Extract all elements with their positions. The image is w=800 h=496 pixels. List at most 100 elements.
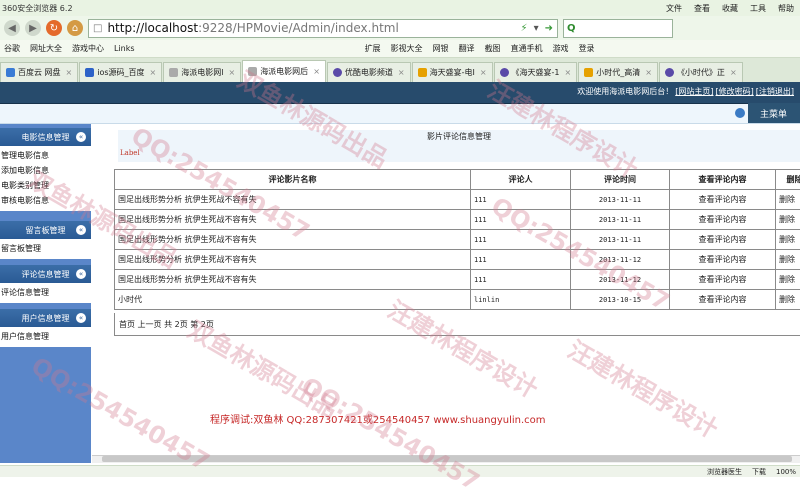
browser-tab[interactable]: 《小时代》正× <box>659 62 743 82</box>
browser-tab-active[interactable]: 海派电影网后× <box>242 60 326 82</box>
close-icon[interactable]: × <box>565 68 572 77</box>
delete-link[interactable]: 删除 <box>776 210 800 230</box>
menu-file[interactable]: 文件 <box>666 3 682 14</box>
address-bar[interactable]: □ http://localhost:9228/HPMovie/Admin/in… <box>88 19 558 38</box>
favorite-screenshot[interactable]: 截图 <box>485 43 501 54</box>
sidebar-section-comments: 评论信息管理« 评论信息管理 <box>0 265 91 303</box>
favorite-games[interactable]: 游戏中心 <box>72 43 104 54</box>
search-box[interactable]: Q <box>563 19 673 38</box>
cell-movie-name: 国足出线形势分析 抗伊生死战不容有失 <box>115 210 471 230</box>
favorite-google[interactable]: 谷歌 <box>4 43 20 54</box>
delete-link[interactable]: 删除 <box>776 270 800 290</box>
close-icon[interactable]: × <box>480 68 487 77</box>
section-header[interactable]: 用户信息管理« <box>0 309 91 327</box>
main-menu-button[interactable]: 主菜单 <box>748 103 800 123</box>
address-host: http://localhost <box>107 21 198 35</box>
section-header[interactable]: 留言板管理« <box>0 221 91 239</box>
view-comment-link[interactable]: 查看评论内容 <box>670 250 776 270</box>
table-row: 国足出线形势分析 抗伊生死战不容有失 111 2013-11-11 查看评论内容… <box>115 230 800 250</box>
menu-tools[interactable]: 工具 <box>750 3 766 14</box>
menu-help[interactable]: 帮助 <box>778 3 794 14</box>
close-icon[interactable]: × <box>398 68 405 77</box>
delete-link[interactable]: 删除 <box>776 290 800 310</box>
browser-tab[interactable]: 小时代_高清× <box>578 62 658 82</box>
table-row: 国足出线形势分析 抗伊生死战不容有失 111 2013-11-11 查看评论内容… <box>115 210 800 230</box>
section-header[interactable]: 电影信息管理« <box>0 128 91 146</box>
dropdown-icon[interactable]: ▾ <box>534 23 539 34</box>
comments-table: 评论影片名称 评论人 评论时间 查看评论内容 删除 国足出线形势分析 抗伊生死战… <box>114 169 800 310</box>
close-icon[interactable]: × <box>228 68 235 77</box>
view-comment-link[interactable]: 查看评论内容 <box>670 210 776 230</box>
cell-commenter: linlin <box>471 290 571 310</box>
browser-tabbar: 百度云 网盘× ios源码_百度× 海派电影网l× 海派电影网后× 优酷电影频道… <box>0 58 800 82</box>
sidebar-item-add-movie[interactable]: 添加电影信息 <box>1 163 91 178</box>
col-commenter: 评论人 <box>471 170 571 190</box>
favorite-login[interactable]: 登录 <box>579 43 595 54</box>
browser-tab[interactable]: 优酷电影频道× <box>327 62 411 82</box>
zoom-level[interactable]: 100% <box>776 468 796 476</box>
forward-icon[interactable]: ▶ <box>25 20 41 36</box>
browser-tab[interactable]: 百度云 网盘× <box>0 62 78 82</box>
view-comment-link[interactable]: 查看评论内容 <box>670 270 776 290</box>
change-password-link[interactable]: [修改密码] <box>716 86 754 97</box>
view-comment-link[interactable]: 查看评论内容 <box>670 230 776 250</box>
lightning-icon[interactable]: ⚡ <box>521 23 528 34</box>
back-icon[interactable]: ◀ <box>4 20 20 36</box>
close-icon[interactable]: × <box>66 68 73 77</box>
table-row: 国足出线形势分析 抗伊生死战不容有失 111 2013-11-12 查看评论内容… <box>115 270 800 290</box>
collapse-icon[interactable]: « <box>76 225 86 235</box>
browser-tab[interactable]: 《海天盛宴-1× <box>494 62 578 82</box>
refresh-icon[interactable]: ↻ <box>46 20 62 36</box>
favorite-translate[interactable]: 翻译 <box>459 43 475 54</box>
logout-link[interactable]: [注销退出] <box>756 86 794 97</box>
collapse-icon[interactable]: « <box>76 269 86 279</box>
table-row: 国足出线形势分析 抗伊生死战不容有失 111 2013-11-11 查看评论内容… <box>115 190 800 210</box>
sub-header <box>0 104 800 124</box>
cell-movie-name: 小时代 <box>115 290 471 310</box>
cell-movie-name: 国足出线形势分析 抗伊生死战不容有失 <box>115 270 471 290</box>
cell-commenter: 111 <box>471 270 571 290</box>
menu-favorites[interactable]: 收藏 <box>722 3 738 14</box>
collapse-icon[interactable]: « <box>76 132 86 142</box>
sidebar-item-movie-categories[interactable]: 电影类别管理 <box>1 178 91 193</box>
prev-page-link[interactable]: 上一页 <box>138 320 162 329</box>
close-icon[interactable]: × <box>730 68 737 77</box>
search-engine-icon[interactable]: Q <box>567 23 576 34</box>
favorites-bar: 谷歌 网址大全 游戏中心 Links 扩展 影视大全 网银 翻译 截图 直通手机… <box>0 40 800 58</box>
delete-link[interactable]: 删除 <box>776 190 800 210</box>
home-icon[interactable]: ⌂ <box>67 20 83 36</box>
favorite-video[interactable]: 影视大全 <box>391 43 423 54</box>
browser-tab[interactable]: ios源码_百度× <box>79 62 162 82</box>
section-header[interactable]: 评论信息管理« <box>0 265 91 283</box>
browser-doctor-button[interactable]: 浏览器医生 <box>707 467 742 477</box>
sidebar-item-comments[interactable]: 评论信息管理 <box>1 285 91 300</box>
delete-link[interactable]: 删除 <box>776 230 800 250</box>
browser-tab[interactable]: 海天盛宴-电I× <box>412 62 493 82</box>
favorite-game[interactable]: 游戏 <box>553 43 569 54</box>
view-comment-link[interactable]: 查看评论内容 <box>670 190 776 210</box>
close-icon[interactable]: × <box>150 68 157 77</box>
collapse-icon[interactable]: « <box>76 313 86 323</box>
download-button[interactable]: 下载 <box>752 467 766 477</box>
first-page-link[interactable]: 首页 <box>119 320 135 329</box>
sidebar-item-guestbook[interactable]: 留言板管理 <box>1 241 91 256</box>
favorite-links[interactable]: Links <box>114 44 135 53</box>
close-icon[interactable]: × <box>645 68 652 77</box>
close-icon[interactable]: × <box>313 67 320 76</box>
menu-view[interactable]: 查看 <box>694 3 710 14</box>
col-delete: 删除 <box>776 170 800 190</box>
sidebar-item-review-movies[interactable]: 审核电影信息 <box>1 193 91 208</box>
go-icon[interactable]: ➜ <box>545 23 553 34</box>
scrollbar-thumb[interactable] <box>102 456 792 462</box>
delete-link[interactable]: 删除 <box>776 250 800 270</box>
favorite-bank[interactable]: 网银 <box>433 43 449 54</box>
col-movie-name: 评论影片名称 <box>115 170 471 190</box>
favorite-sites[interactable]: 网址大全 <box>30 43 62 54</box>
favorite-phone[interactable]: 直通手机 <box>511 43 543 54</box>
favorite-extensions[interactable]: 扩展 <box>365 43 381 54</box>
view-comment-link[interactable]: 查看评论内容 <box>670 290 776 310</box>
sidebar-item-users[interactable]: 用户信息管理 <box>1 329 91 344</box>
site-home-link[interactable]: [网站主页] <box>675 86 713 97</box>
browser-tab[interactable]: 海派电影网l× <box>163 62 241 82</box>
sidebar-item-manage-movies[interactable]: 管理电影信息 <box>1 148 91 163</box>
